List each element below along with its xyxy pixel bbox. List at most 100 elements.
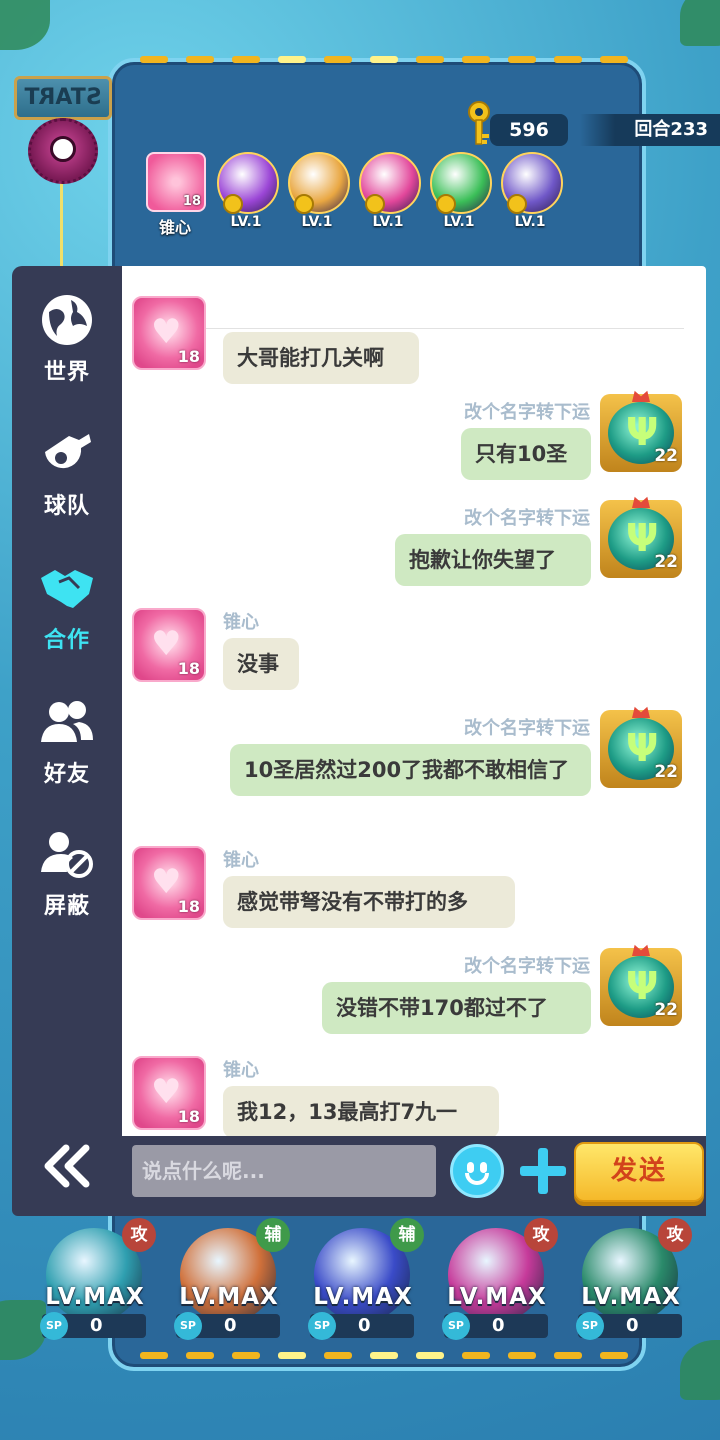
coin-icon — [223, 194, 243, 214]
skill-orb[interactable]: LV.1 — [217, 152, 279, 238]
sidebar-item-world[interactable]: 世界 — [12, 292, 122, 386]
send-button[interactable]: 发送 — [574, 1142, 704, 1202]
hero-slot[interactable]: 攻 LV.MAX SP 0 — [434, 1218, 558, 1342]
skill-orb-level: LV.1 — [372, 214, 404, 230]
chat-bubble: 没错不带170都过不了 — [322, 982, 591, 1034]
player-name: 锥心 — [158, 218, 191, 237]
hero-sp-value: 0 — [492, 1315, 505, 1336]
skill-orb[interactable]: LV.1 — [501, 152, 563, 238]
avatar-level: 22 — [654, 446, 678, 466]
sender-name: 锥心 — [223, 850, 259, 871]
skill-orb[interactable]: LV.1 — [288, 152, 350, 238]
avatar-level: 18 — [177, 1107, 200, 1126]
player-skill[interactable]: 18 锥心 — [146, 152, 206, 238]
skill-orb[interactable]: LV.1 — [430, 152, 492, 238]
hero-row: 攻 LV.MAX SP 0 辅 LV.MAX SP 0 辅 LV.MAX SP … — [32, 1218, 692, 1342]
start-sign: START — [14, 76, 112, 120]
sender-avatar[interactable]: Ψ 22 — [598, 494, 684, 582]
sender-name: 改个名字转下运 — [464, 718, 590, 739]
sender-avatar[interactable]: Ψ 22 — [598, 388, 684, 476]
hero-role-badge: 辅 — [256, 1218, 290, 1252]
sender-name: 改个名字转下运 — [464, 956, 590, 977]
hero-sp-bar: SP 0 — [40, 1312, 146, 1340]
chat-message-list[interactable]: ♥ 18 大哥能打几关啊 改个名字转下运 Ψ 22 只有10圣 改个名字转下运 … — [122, 266, 706, 1136]
skill-orb-level: LV.1 — [443, 214, 475, 230]
sender-avatar[interactable]: Ψ 22 — [598, 704, 684, 792]
hero-sp-value: 0 — [626, 1315, 639, 1336]
sp-icon: SP — [174, 1312, 202, 1340]
hero-sp-bar: SP 0 — [442, 1312, 548, 1340]
avatar-level: 18 — [177, 659, 200, 678]
sidebar-item-label: 屏蔽 — [43, 894, 90, 919]
avatar-level: 22 — [654, 552, 678, 572]
skill-orb-icon — [217, 152, 279, 214]
player-avatar: 18 — [146, 152, 206, 212]
sidebar-item-team[interactable]: 球队 — [12, 426, 122, 520]
divider — [152, 328, 684, 329]
sidebar-item-cooperation[interactable]: 合作 — [12, 560, 122, 654]
sp-icon: SP — [576, 1312, 604, 1340]
sidebar-item-blocked[interactable]: 屏蔽 — [12, 826, 122, 920]
hero-slot[interactable]: 辅 LV.MAX SP 0 — [166, 1218, 290, 1342]
hero-level: LV.MAX — [45, 1284, 145, 1310]
chat-bubble: 大哥能打几关啊 — [223, 332, 419, 384]
sp-icon: SP — [308, 1312, 336, 1340]
heart-icon: ♥ — [151, 312, 182, 352]
chat-bubble: 10圣居然过200了我都不敢相信了 — [230, 744, 591, 796]
hero-sp-bar: SP 0 — [576, 1312, 682, 1340]
avatar-level: 18 — [177, 897, 200, 916]
avatar-level: 22 — [654, 762, 678, 782]
add-attachment-button[interactable] — [518, 1146, 568, 1196]
chat-panel: 世界 球队 合作 好友 屏蔽 ♥ 18 大哥能打几关啊 改个名字转下运 Ψ 22… — [12, 266, 706, 1216]
skill-orb-icon — [288, 152, 350, 214]
chat-input[interactable] — [132, 1145, 436, 1197]
hero-role-badge: 辅 — [390, 1218, 424, 1252]
board-bottom-lights — [140, 1352, 628, 1359]
whistle-icon — [45, 434, 91, 469]
double-chevron-left-icon[interactable] — [40, 1144, 96, 1188]
chat-bubble: 没事 — [223, 638, 299, 690]
coin-icon — [507, 194, 527, 214]
hero-slot[interactable]: 攻 LV.MAX SP 0 — [32, 1218, 156, 1342]
chat-bubble: 我12，13最高打7九一 — [223, 1086, 499, 1136]
emoji-icon — [467, 1162, 474, 1173]
hero-slot[interactable]: 攻 LV.MAX SP 0 — [568, 1218, 692, 1342]
sender-avatar[interactable]: ♥ 18 — [132, 296, 206, 370]
sender-avatar[interactable]: ♥ 18 — [132, 608, 206, 682]
hero-role-badge: 攻 — [122, 1218, 156, 1252]
foliage-decoration — [680, 0, 720, 46]
hero-role-badge: 攻 — [524, 1218, 558, 1252]
skill-orb-icon — [359, 152, 421, 214]
hero-sp-bar: SP 0 — [174, 1312, 280, 1340]
sidebar-item-label: 世界 — [43, 360, 90, 385]
skill-orb[interactable]: LV.1 — [359, 152, 421, 238]
sidebar-item-friends[interactable]: 好友 — [12, 694, 122, 788]
skill-row: 18 锥心 LV.1 LV.1 LV.1 LV.1 LV.1 — [146, 152, 563, 238]
chat-bubble: 只有10圣 — [461, 428, 591, 480]
sender-name: 改个名字转下运 — [464, 508, 590, 529]
block-user-icon — [41, 832, 93, 878]
heart-icon: ♥ — [151, 624, 182, 664]
emoji-button[interactable] — [450, 1144, 504, 1198]
sender-avatar[interactable]: ♥ 18 — [132, 1056, 206, 1130]
hero-sp-value: 0 — [224, 1315, 237, 1336]
sender-avatar[interactable]: Ψ 22 — [598, 942, 684, 1030]
sidebar-item-label: 好友 — [43, 762, 90, 787]
sender-name: 锥心 — [223, 1060, 259, 1081]
emoji-icon — [480, 1162, 487, 1173]
hero-level: LV.MAX — [581, 1284, 681, 1310]
hero-level: LV.MAX — [179, 1284, 279, 1310]
handshake-icon — [41, 570, 93, 608]
monster-eye — [50, 136, 76, 162]
hero-slot[interactable]: 辅 LV.MAX SP 0 — [300, 1218, 424, 1342]
skill-orb-icon — [430, 152, 492, 214]
hero-sp-bar: SP 0 — [308, 1312, 414, 1340]
coin-counter: 596 — [490, 114, 568, 146]
chat-sidebar: 世界 球队 合作 好友 屏蔽 — [12, 266, 122, 1216]
emoji-icon — [465, 1173, 489, 1185]
sender-avatar[interactable]: ♥ 18 — [132, 846, 206, 920]
skill-orb-level: LV.1 — [230, 214, 262, 230]
coin-icon — [436, 194, 456, 214]
sender-name: 改个名字转下运 — [464, 402, 590, 423]
sender-name: 锥心 — [223, 612, 259, 633]
